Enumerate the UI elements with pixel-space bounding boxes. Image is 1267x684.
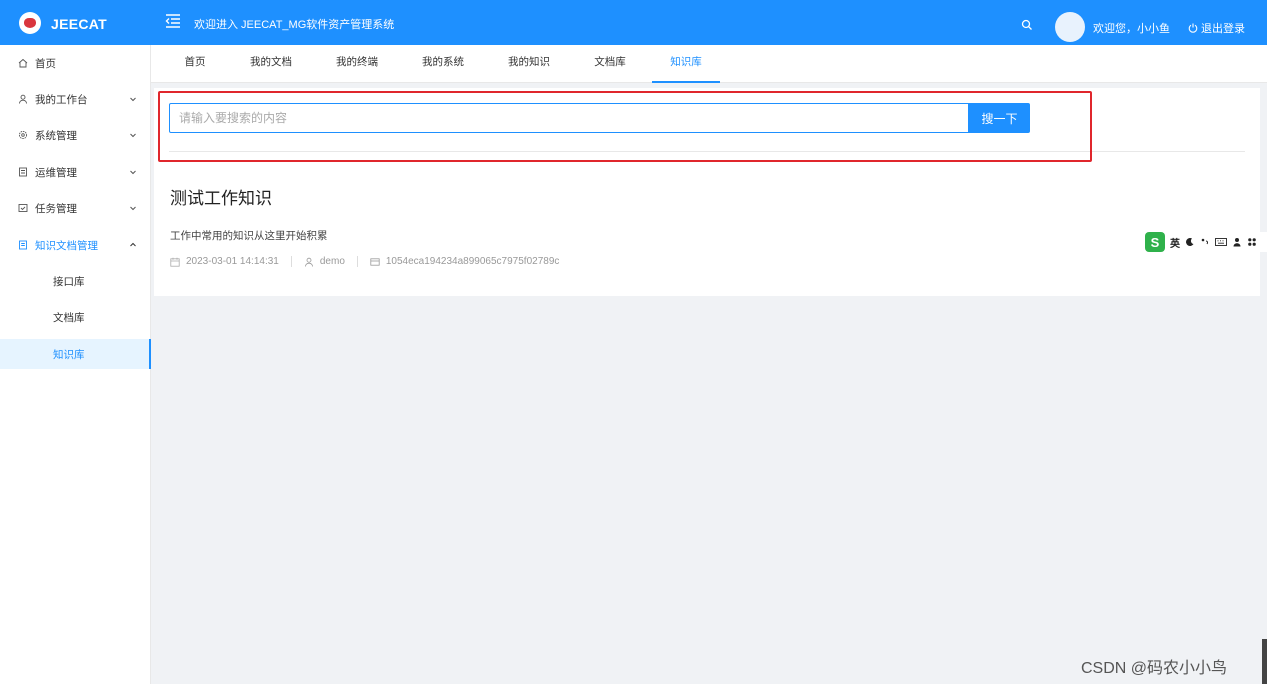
sidebar-subitem-doc-library[interactable]: 文档库: [0, 302, 151, 332]
punctuation-icon[interactable]: [1200, 237, 1210, 247]
sidebar-item-system[interactable]: 系统管理: [0, 120, 151, 150]
tab-my-terminals[interactable]: 我的终端: [327, 45, 387, 83]
ime-logo-icon: S: [1145, 232, 1165, 252]
sidebar-subitem-label: 接口库: [53, 275, 85, 288]
sidebar-item-label: 知识文档管理: [35, 239, 98, 252]
calendar-icon: [170, 257, 180, 267]
gear-icon: [18, 130, 28, 140]
logout-button[interactable]: 退出登录: [1188, 20, 1245, 36]
sidebar-item-home[interactable]: 首页: [0, 48, 151, 78]
logo-heart-icon: [19, 12, 41, 34]
sidebar-subitem-label: 知识库: [53, 348, 85, 361]
tab-my-knowledge[interactable]: 我的知识: [499, 45, 559, 83]
doc-icon: [19, 240, 27, 250]
logo-text: JEECAT: [51, 16, 107, 32]
meta-separator: [356, 256, 358, 267]
chevron-down-icon: [130, 97, 136, 102]
sidebar-subitem-label: 文档库: [53, 311, 85, 324]
sidebar-item-label: 任务管理: [35, 202, 77, 215]
sidebar-subitem-knowledge-library[interactable]: 知识库: [0, 339, 151, 369]
sidebar-subitem-api-library[interactable]: 接口库: [0, 266, 151, 296]
tab-knowledge-library[interactable]: 知识库: [652, 45, 720, 83]
user-icon: [19, 94, 27, 104]
watermark: CSDN @码农小小鸟: [1081, 660, 1228, 677]
sidebar-item-ops[interactable]: 运维管理: [0, 157, 151, 187]
top-header: JEECAT 欢迎进入 JEECAT_MG软件资产管理系统 欢迎您，小小鱼 退出…: [0, 0, 1267, 45]
chevron-down-icon: [130, 170, 136, 175]
knowledge-panel: 搜一下 测试工作知识 工作中常用的知识从这里开始积累 2023-03-01 14…: [154, 88, 1260, 296]
server-icon: [19, 167, 27, 177]
tab-my-docs[interactable]: 我的文档: [241, 45, 301, 83]
moon-icon[interactable]: [1185, 237, 1195, 247]
header-title: 欢迎进入 JEECAT_MG软件资产管理系统: [194, 19, 395, 31]
search-icon[interactable]: [1021, 19, 1033, 31]
keyboard-icon[interactable]: [1215, 237, 1227, 247]
meta-author-text: demo: [319, 256, 345, 267]
home-icon: [18, 58, 28, 68]
grid-icon[interactable]: [1247, 237, 1257, 247]
sidebar-item-label: 首页: [35, 57, 56, 70]
avatar[interactable]: [1055, 12, 1085, 42]
logo[interactable]: JEECAT: [0, 0, 151, 45]
tab-my-systems[interactable]: 我的系统: [413, 45, 473, 83]
meta-date-text: 2023-03-01 14:14:31: [186, 256, 279, 267]
tab-home[interactable]: 首页: [170, 45, 220, 83]
task-icon: [18, 204, 28, 212]
search-button[interactable]: 搜一下: [969, 103, 1030, 133]
meta-id-text: 1054eca194234a899065c7975f02789c: [385, 256, 560, 267]
card-icon: [370, 257, 380, 266]
user-icon: [304, 257, 313, 267]
meta-author: demo: [304, 256, 345, 267]
knowledge-meta: 2023-03-01 14:14:31 demo 1054eca194234a8…: [170, 256, 559, 267]
logout-label: 退出登录: [1201, 23, 1245, 35]
sidebar-item-knowledge-docs[interactable]: 知识文档管理: [0, 230, 151, 260]
sidebar: 首页 我的工作台 系统管理 运维管理 任务管理 知识文档管理 接口库 文档库 知…: [0, 45, 151, 684]
knowledge-description: 工作中常用的知识从这里开始积累: [170, 230, 328, 242]
meta-date: 2023-03-01 14:14:31: [170, 256, 279, 267]
search-input[interactable]: [169, 103, 969, 133]
ime-lang[interactable]: 英: [1170, 235, 1180, 250]
sidebar-item-label: 系统管理: [35, 129, 77, 142]
sidebar-item-label: 运维管理: [35, 166, 77, 179]
sidebar-item-label: 我的工作台: [35, 93, 88, 106]
ime-toolbar[interactable]: S 英: [1143, 232, 1267, 252]
power-icon: [1188, 23, 1198, 33]
chevron-up-icon: [130, 242, 136, 247]
tab-doc-library[interactable]: 文档库: [585, 45, 635, 83]
meta-id: 1054eca194234a899065c7975f02789c: [370, 256, 560, 267]
tab-bar: 首页 我的文档 我的终端 我的系统 我的知识 文档库 知识库: [151, 45, 1267, 83]
chevron-down-icon: [130, 133, 136, 138]
edge-scroll-bar[interactable]: [1262, 639, 1267, 684]
divider: [169, 151, 1245, 152]
meta-separator: [290, 256, 292, 267]
knowledge-title[interactable]: 测试工作知识: [170, 184, 272, 209]
menu-toggle-icon[interactable]: [165, 13, 181, 29]
welcome-text: 欢迎您，小小鱼: [1093, 23, 1170, 35]
sidebar-item-task[interactable]: 任务管理: [0, 193, 151, 223]
user-icon[interactable]: [1232, 237, 1242, 247]
sidebar-item-workbench[interactable]: 我的工作台: [0, 84, 151, 114]
chevron-down-icon: [130, 206, 136, 211]
